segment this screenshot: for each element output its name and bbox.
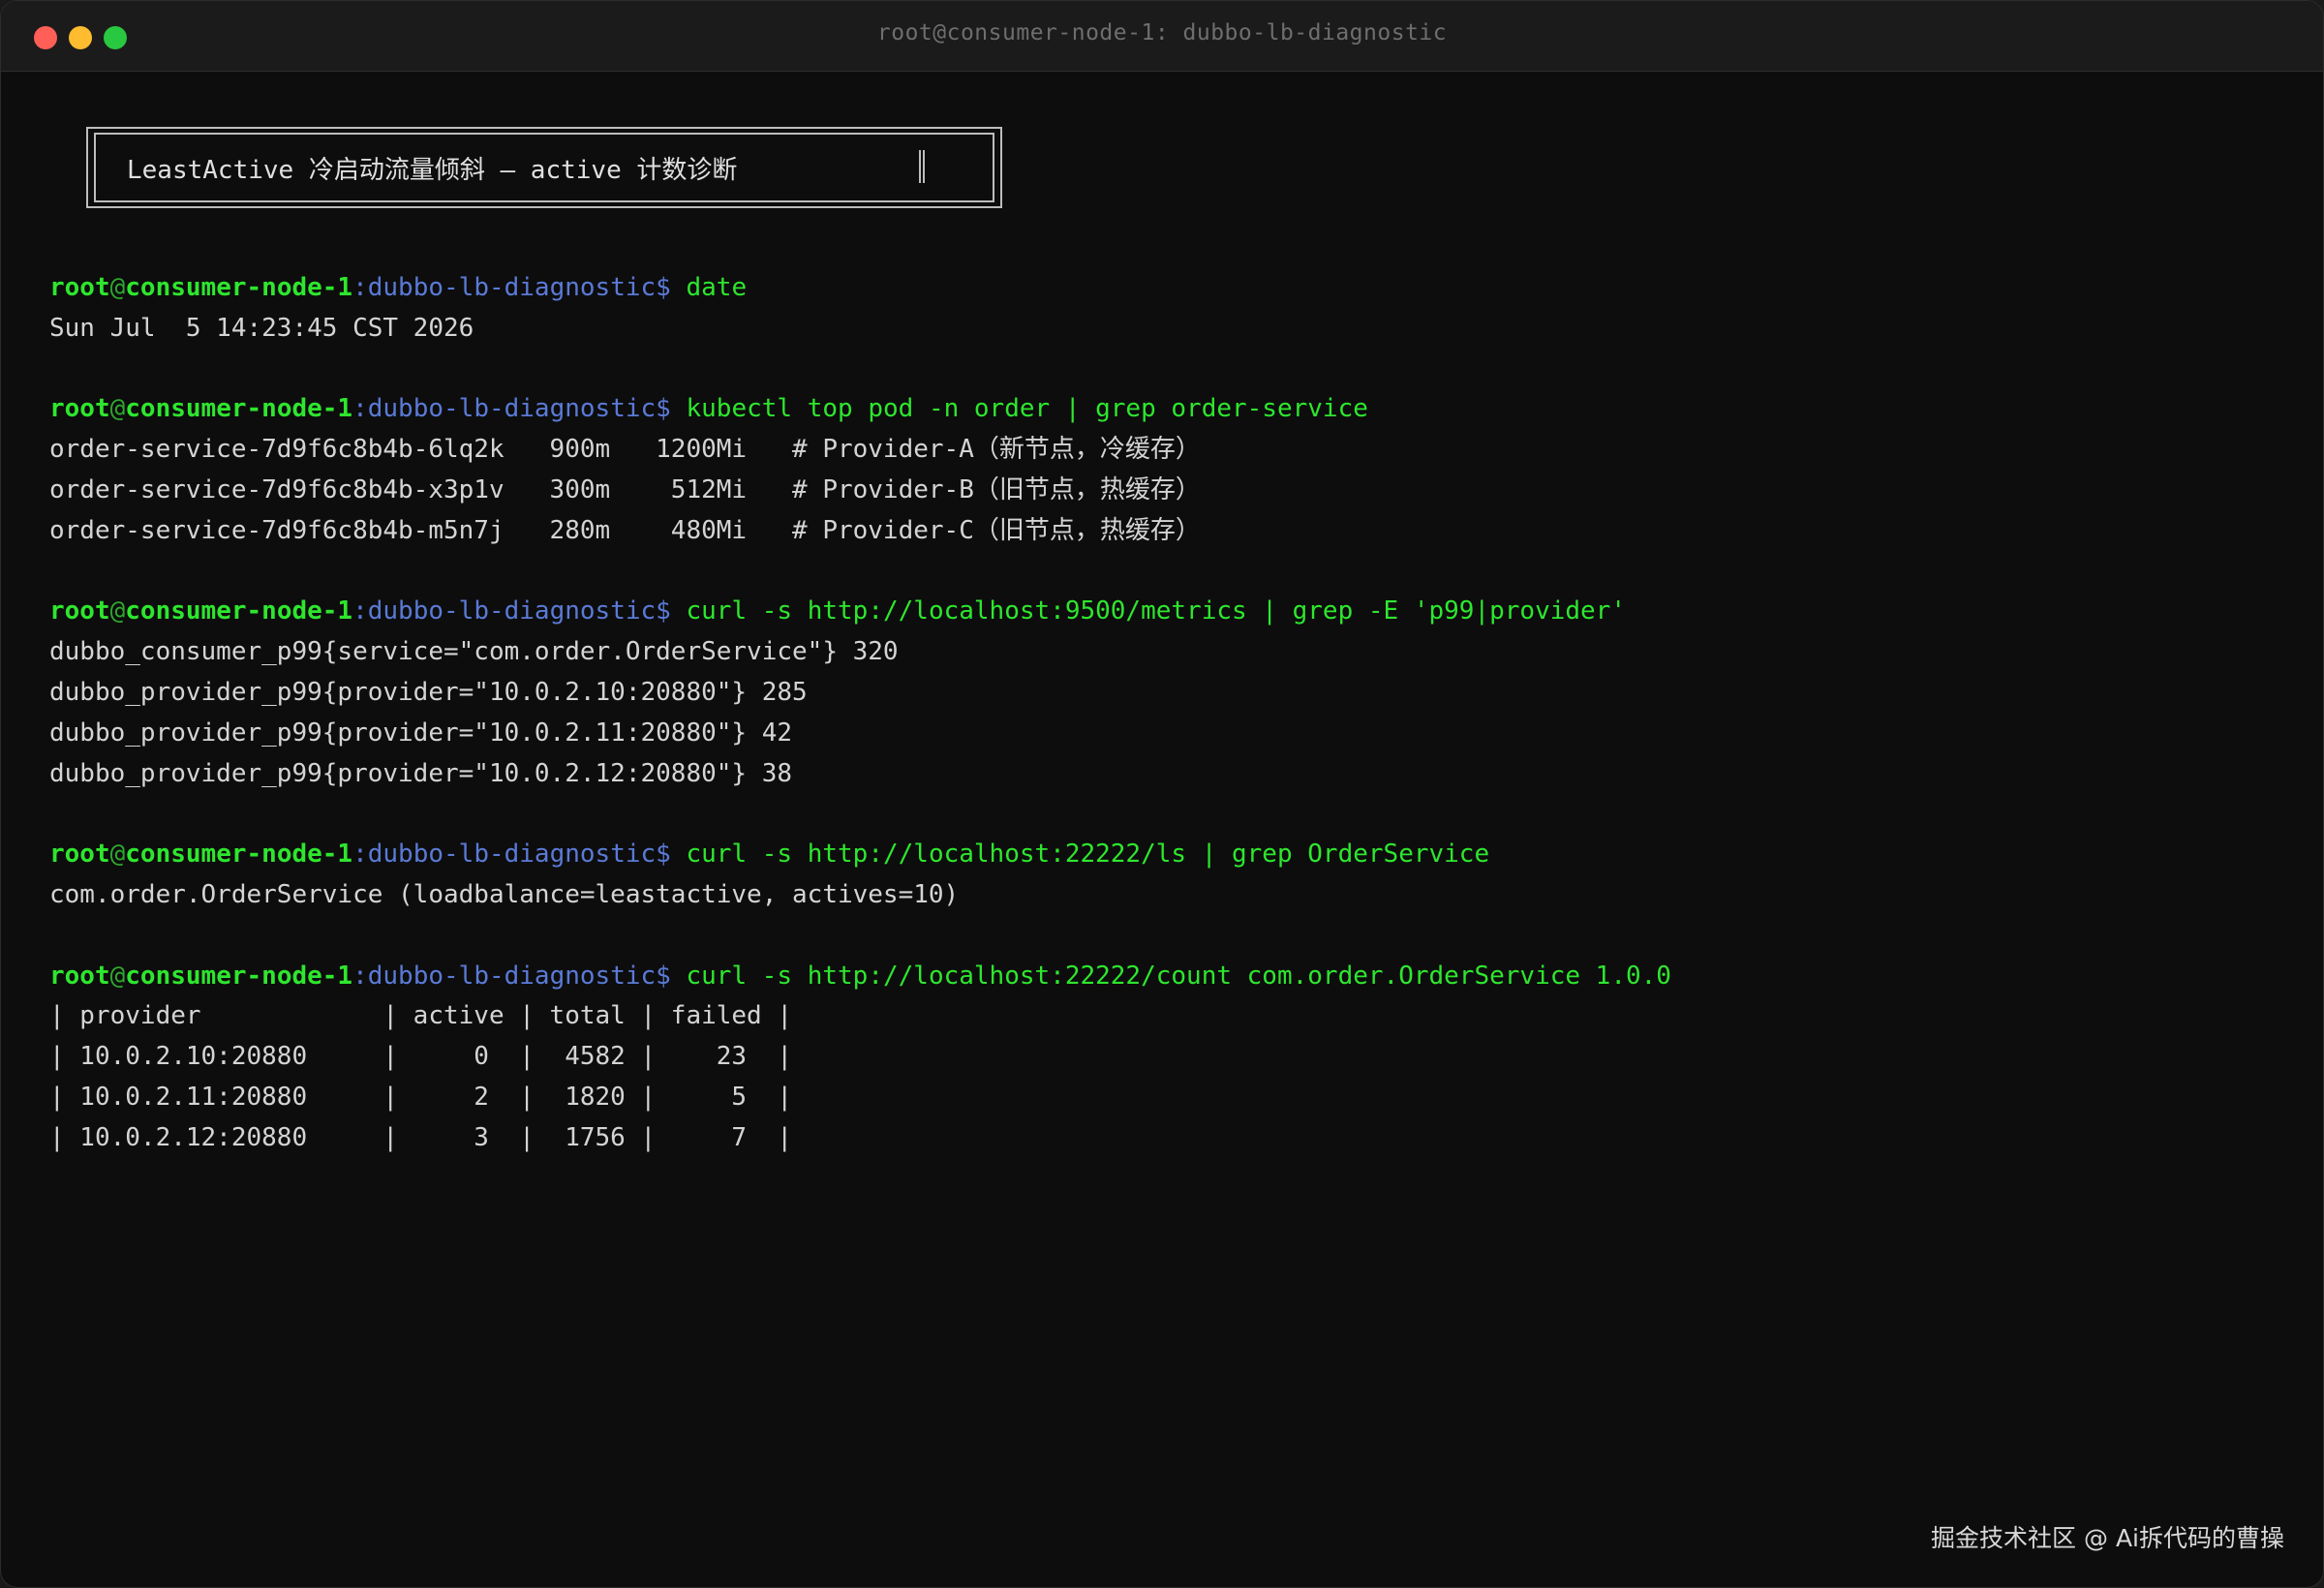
window-title: root@consumer-node-1: dubbo-lb-diagnosti… xyxy=(876,20,1448,46)
prompt-path: :dubbo-lb-diagnostic xyxy=(352,394,657,424)
prompt-symbol: $ xyxy=(656,596,687,626)
output-line: order-service-7d9f6c8b4b-6lq2k 900m 1200… xyxy=(49,435,1201,465)
prompt-path: :dubbo-lb-diagnostic xyxy=(352,273,657,302)
prompt-host: consumer-node-1 xyxy=(125,840,353,870)
prompt-user: root xyxy=(49,840,110,870)
prompt-at: @ xyxy=(109,394,126,424)
output-line: dubbo_consumer_p99{service="com.order.Or… xyxy=(49,637,899,667)
prompt-user: root xyxy=(49,273,110,302)
banner-right-bar xyxy=(919,150,925,183)
output-line: dubbo_provider_p99{provider="10.0.2.11:2… xyxy=(49,718,793,748)
prompt-at: @ xyxy=(109,961,126,991)
banner-title: LeastActive 冷启动流量倾斜 — active 计数诊断 xyxy=(127,156,738,185)
output-line: com.order.OrderService (loadbalance=leas… xyxy=(49,879,960,909)
banner-box: LeastActive 冷启动流量倾斜 — active 计数诊断 xyxy=(49,127,1002,212)
prompt-line: root@consumer-node-1:dubbo-lb-diagnostic… xyxy=(49,592,2284,632)
output-line: order-service-7d9f6c8b4b-m5n7j 280m 480M… xyxy=(49,515,1201,545)
output-line: dubbo_provider_p99{provider="10.0.2.10:2… xyxy=(49,677,808,707)
prompt-line: root@consumer-node-1:dubbo-lb-diagnostic… xyxy=(49,957,2284,997)
command-blocks: root@consumer-node-1:dubbo-lb-diagnostic… xyxy=(49,268,2284,1159)
command-text: date xyxy=(686,273,748,302)
output-line: dubbo_provider_p99{provider="10.0.2.12:2… xyxy=(49,758,793,788)
output-line: | provider | active | total | failed | xyxy=(49,1001,793,1031)
prompt-path: :dubbo-lb-diagnostic xyxy=(352,596,657,626)
terminal-window: root@consumer-node-1: dubbo-lb-diagnosti… xyxy=(0,0,2324,1588)
prompt-host: consumer-node-1 xyxy=(125,961,353,991)
output-line: order-service-7d9f6c8b4b-x3p1v 300m 512M… xyxy=(49,474,1201,504)
prompt-line: root@consumer-node-1:dubbo-lb-diagnostic… xyxy=(49,389,2284,430)
prompt-at: @ xyxy=(109,273,126,302)
output-line: Sun Jul 5 14:23:45 CST 2026 xyxy=(49,313,474,343)
prompt-symbol: $ xyxy=(656,840,687,870)
prompt-path: :dubbo-lb-diagnostic xyxy=(352,961,657,991)
prompt-at: @ xyxy=(109,596,126,626)
command-text: curl -s http://localhost:9500/metrics | … xyxy=(686,596,1626,626)
watermark: 掘金技术社区 @ Ai拆代码的曹操 xyxy=(1931,1524,2284,1552)
command-text: curl -s http://localhost:22222/ls | grep… xyxy=(686,840,1490,870)
prompt-host: consumer-node-1 xyxy=(125,273,353,302)
prompt-symbol: $ xyxy=(656,273,687,302)
prompt-line: root@consumer-node-1:dubbo-lb-diagnostic… xyxy=(49,268,2284,309)
terminal-content[interactable]: LeastActive 冷启动流量倾斜 — active 计数诊断 root@c… xyxy=(49,127,2284,1159)
prompt-host: consumer-node-1 xyxy=(125,394,353,424)
command-text: curl -s http://localhost:22222/count com… xyxy=(686,961,1671,991)
title-bar: root@consumer-node-1: dubbo-lb-diagnosti… xyxy=(1,1,2323,72)
command-text: kubectl top pod -n order | grep order-se… xyxy=(686,394,1368,424)
prompt-symbol: $ xyxy=(656,961,687,991)
output-line: | 10.0.2.10:20880 | 0 | 4582 | 23 | xyxy=(49,1042,793,1072)
prompt-user: root xyxy=(49,961,110,991)
prompt-at: @ xyxy=(109,840,126,870)
output-line: | 10.0.2.11:20880 | 2 | 1820 | 5 | xyxy=(49,1082,793,1112)
prompt-symbol: $ xyxy=(656,394,687,424)
prompt-user: root xyxy=(49,394,110,424)
prompt-path: :dubbo-lb-diagnostic xyxy=(352,840,657,870)
prompt-host: consumer-node-1 xyxy=(125,596,353,626)
prompt-user: root xyxy=(49,596,110,626)
output-line: | 10.0.2.12:20880 | 3 | 1756 | 7 | xyxy=(49,1122,793,1152)
prompt-line: root@consumer-node-1:dubbo-lb-diagnostic… xyxy=(49,835,2284,875)
